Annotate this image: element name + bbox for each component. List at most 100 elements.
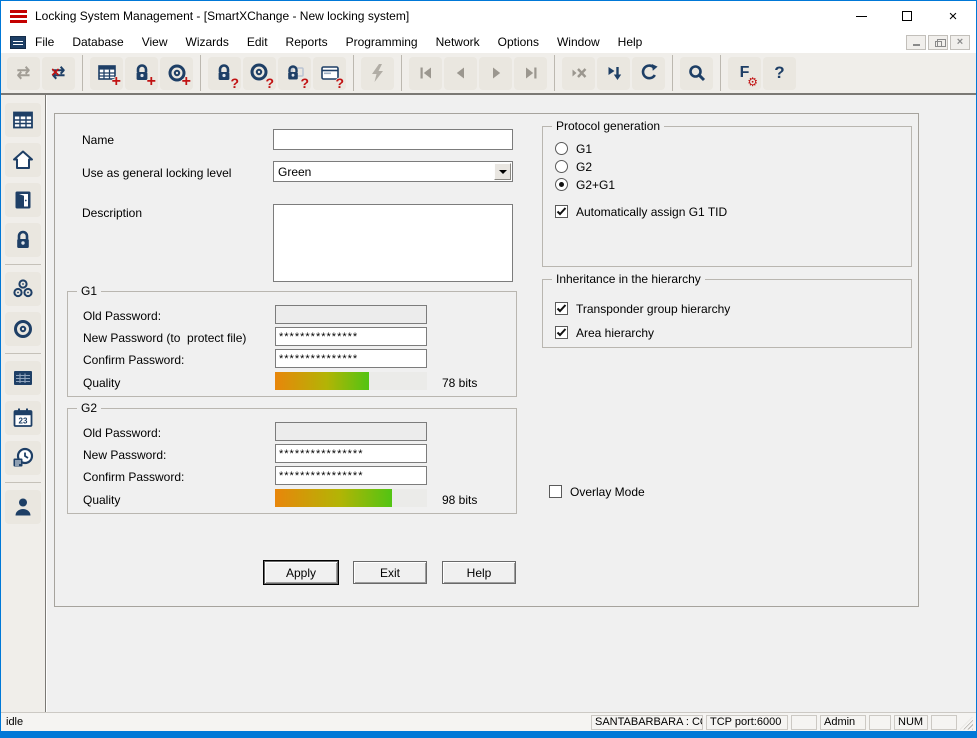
toolbar-separator (672, 55, 673, 91)
nav-goto-button[interactable] (597, 56, 630, 90)
sidebar-separator (5, 482, 41, 483)
menu-view[interactable]: View (133, 31, 177, 53)
exit-button[interactable]: Exit (353, 561, 427, 584)
sidebar-calendar-button[interactable]: 23 (5, 401, 41, 435)
locking-level-value: Green (278, 165, 312, 179)
read-transponder-button[interactable]: ? (243, 56, 276, 91)
nav-cancel-button[interactable] (562, 56, 595, 90)
menu-options[interactable]: Options (489, 31, 548, 53)
radio-g2-g1-label: G2+G1 (576, 178, 616, 192)
read-card-button[interactable]: ? (313, 56, 346, 90)
menu-help[interactable]: Help (609, 31, 652, 53)
auto-assign-tid-checkbox[interactable] (555, 205, 568, 218)
sidebar-time-zones-button[interactable] (5, 441, 41, 475)
close-button[interactable]: × (930, 1, 976, 31)
sidebar-locks-button[interactable] (5, 223, 41, 257)
transponder-icon (14, 320, 32, 338)
disconnect-x-icon: × (51, 63, 60, 81)
description-textarea[interactable] (273, 204, 513, 282)
nav-first-button[interactable] (409, 56, 442, 90)
g1-quality-label: Quality (83, 376, 121, 390)
window-bottom-border (1, 731, 976, 737)
menu-reports[interactable]: Reports (277, 31, 337, 53)
g1-new-password-input[interactable]: *************** (275, 327, 427, 346)
sidebar-users-button[interactable] (5, 490, 41, 524)
sync-button[interactable]: ⇄ (7, 56, 40, 90)
menu-bar: File Database View Wizards Edit Reports … (1, 31, 976, 53)
question-badge-icon: ? (265, 74, 274, 91)
mdi-client-area: Name Use as general locking level Green … (47, 95, 976, 712)
search-button[interactable] (680, 56, 713, 90)
sync-icon: ⇄ (16, 65, 31, 82)
g1-old-password-label: Old Password: (83, 309, 162, 323)
overlay-mode-checkbox[interactable] (549, 485, 562, 498)
matrix-dark-icon (14, 371, 32, 385)
g2-confirm-password-input[interactable]: **************** (275, 466, 427, 485)
menu-wizards[interactable]: Wizards (177, 31, 238, 53)
g2-new-password-input[interactable]: **************** (275, 444, 427, 463)
g1-quality-bar (275, 372, 427, 390)
app-logo-icon (10, 9, 27, 23)
new-transponder-button[interactable]: + (160, 56, 193, 90)
inheritance-groupbox-title: Inheritance in the hierarchy (552, 272, 705, 286)
sidebar-locking-plan-button[interactable] (5, 103, 41, 137)
filter-settings-button[interactable]: F ⚙ (728, 56, 761, 90)
status-message: idle (6, 716, 24, 728)
nav-prev-button[interactable] (444, 56, 477, 90)
sidebar-home-button[interactable] (5, 143, 41, 177)
menu-database[interactable]: Database (63, 31, 132, 53)
menu-edit[interactable]: Edit (238, 31, 277, 53)
read-lock-g1-button[interactable]: ? (278, 56, 311, 90)
disconnect-button[interactable]: ⇄ × (42, 56, 75, 90)
nav-last-button[interactable] (514, 56, 547, 90)
mdi-close-icon: × (956, 35, 964, 48)
name-input[interactable] (273, 129, 513, 150)
help-form-button[interactable]: Help (442, 561, 516, 584)
title-bar: Locking System Management - [SmartXChang… (1, 1, 976, 31)
sidebar-separator (5, 353, 41, 354)
sidebar-doors-button[interactable] (5, 183, 41, 217)
mdi-close-button[interactable]: × (950, 34, 970, 50)
mdi-minimize-button[interactable] (906, 34, 926, 50)
sidebar-transponder-groups-button[interactable] (5, 272, 41, 306)
read-lock-button[interactable]: ? (208, 56, 241, 90)
transponder-group-hierarchy-checkbox[interactable] (555, 302, 568, 315)
g2-confirm-password-label: Confirm Password: (83, 470, 185, 484)
resize-grip[interactable] (960, 716, 973, 730)
g1-confirm-password-input[interactable]: *************** (275, 349, 427, 368)
plus-badge-icon: + (146, 72, 156, 90)
menu-programming[interactable]: Programming (337, 31, 427, 53)
minimize-button[interactable] (838, 1, 884, 31)
nav-next-button[interactable] (479, 56, 512, 90)
radio-g1[interactable] (555, 142, 568, 155)
new-lock-button[interactable]: + (125, 56, 158, 90)
sidebar-matrix-view-button[interactable] (5, 361, 41, 395)
status-tcp-port: TCP port:6000 (706, 714, 788, 730)
search-icon (688, 65, 705, 82)
apply-button[interactable]: Apply (264, 561, 338, 584)
menu-network[interactable]: Network (427, 31, 489, 53)
locking-level-label: Use as general locking level (82, 166, 232, 180)
new-locking-system-button[interactable]: + (90, 56, 123, 90)
locking-level-select[interactable]: Green (273, 161, 513, 182)
home-icon (13, 150, 33, 169)
help-button[interactable]: ? (763, 56, 796, 90)
radio-g2[interactable] (555, 160, 568, 173)
area-hierarchy-checkbox[interactable] (555, 326, 568, 339)
program-button[interactable] (361, 56, 394, 90)
maximize-button[interactable] (884, 1, 930, 31)
mdi-document-icon[interactable] (10, 35, 26, 49)
dropdown-button[interactable] (494, 163, 511, 180)
lightning-icon (371, 64, 383, 82)
menu-window[interactable]: Window (548, 31, 609, 53)
menu-file[interactable]: File (26, 31, 63, 53)
matrix-icon (13, 111, 33, 129)
mdi-restore-icon (934, 38, 946, 47)
chevron-down-icon (498, 169, 507, 174)
mdi-minimize-icon (912, 44, 920, 46)
sidebar-transponders-button[interactable] (5, 312, 41, 346)
door-icon (15, 191, 31, 209)
radio-g2-g1[interactable] (555, 178, 568, 191)
mdi-restore-button[interactable] (928, 34, 948, 50)
refresh-button[interactable] (632, 56, 665, 90)
